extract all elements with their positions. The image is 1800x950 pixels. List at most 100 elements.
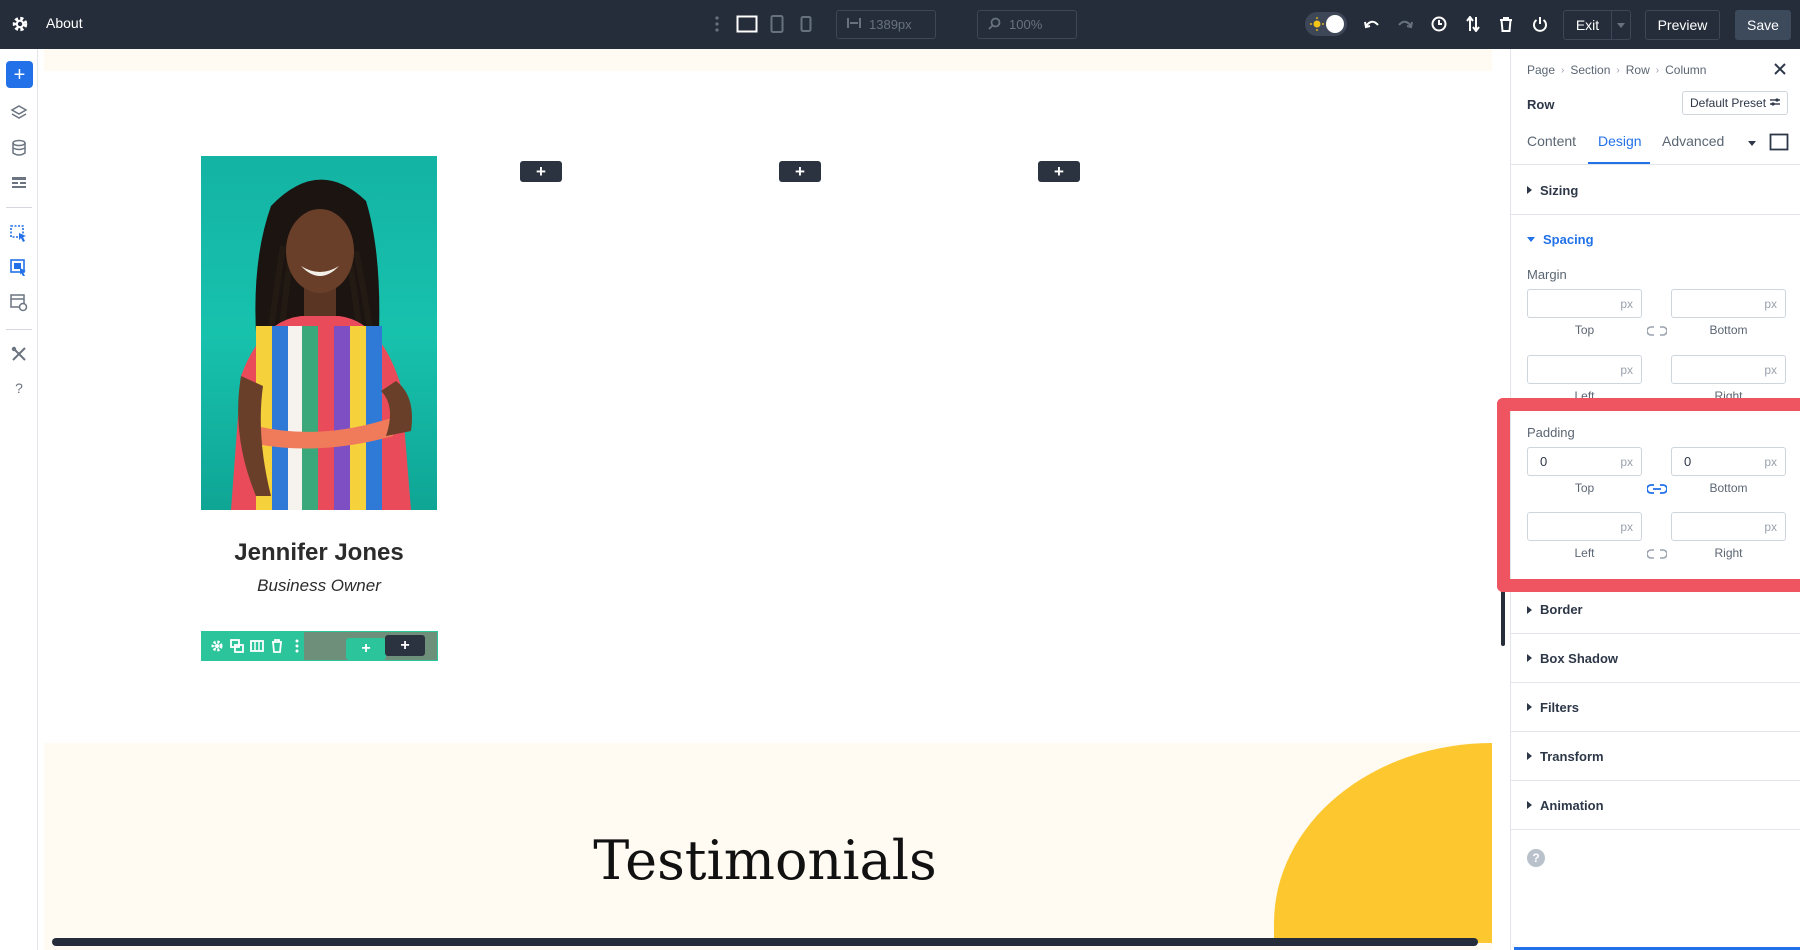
section-sizing[interactable]: Sizing [1511, 166, 1800, 215]
trash-icon[interactable] [1494, 12, 1518, 36]
section-filters[interactable]: Filters [1511, 683, 1800, 732]
undo-icon[interactable] [1360, 12, 1384, 36]
caret-down-icon [1527, 237, 1535, 242]
row-toolbar: + + [201, 631, 438, 661]
exit-label: Exit [1564, 11, 1612, 39]
section-transform[interactable]: Transform [1511, 732, 1800, 781]
add-module-button-row[interactable]: + [385, 635, 425, 656]
row-duplicate-icon[interactable] [230, 639, 244, 653]
layers-icon[interactable] [9, 103, 29, 123]
link-icon[interactable] [1647, 324, 1667, 338]
close-icon[interactable] [1772, 61, 1788, 77]
breadcrumb-section[interactable]: Section [1570, 63, 1610, 77]
add-module-button[interactable]: + [6, 61, 33, 88]
person-role[interactable]: Business Owner [201, 576, 437, 596]
breadcrumb-page[interactable]: Page [1527, 63, 1555, 77]
element-title: Row [1527, 97, 1554, 112]
caret-right-icon [1527, 752, 1532, 760]
row-more-icon[interactable] [290, 639, 304, 653]
exit-button[interactable]: Exit [1563, 10, 1631, 40]
width-field[interactable]: 1389px [836, 10, 936, 39]
search-icon [988, 17, 1001, 33]
multi-select-icon[interactable] [9, 258, 29, 278]
caret-right-icon [1527, 703, 1532, 711]
section-border[interactable]: Border [1511, 585, 1800, 634]
section-spacing[interactable]: Spacing [1511, 215, 1800, 264]
caret-down-icon[interactable] [1612, 11, 1630, 39]
left-sidebar: + ? [0, 49, 38, 950]
page-title: About [46, 15, 83, 31]
section-box-shadow-label: Box Shadow [1540, 651, 1618, 666]
row-delete-icon[interactable] [270, 639, 284, 653]
preset-dropdown[interactable]: Default Preset [1682, 91, 1788, 115]
zoom-field[interactable]: 100% [977, 10, 1077, 39]
history-icon[interactable] [1427, 12, 1451, 36]
profile-photo[interactable] [201, 156, 437, 510]
dots-vertical-icon[interactable] [705, 12, 729, 36]
unit-label: px [1620, 363, 1633, 377]
help-icon[interactable]: ? [9, 378, 29, 398]
previous-section-strip [44, 49, 1492, 71]
unit-label: px [1764, 363, 1777, 377]
active-tab-indicator [1588, 162, 1650, 164]
layout-icon[interactable] [9, 173, 29, 193]
power-icon[interactable] [1528, 12, 1552, 36]
template-icon[interactable] [9, 293, 29, 313]
sidebar-divider [6, 207, 32, 208]
breadcrumb-row[interactable]: Row [1626, 63, 1650, 77]
tablet-icon[interactable] [765, 12, 789, 36]
section-animation[interactable]: Animation [1511, 781, 1800, 830]
canvas-toggle-icon[interactable] [1769, 133, 1789, 151]
select-icon[interactable] [9, 224, 29, 244]
add-row-button[interactable]: + [346, 638, 386, 660]
add-module-button-col3[interactable]: + [779, 161, 821, 182]
section-spacing-label: Spacing [1543, 232, 1594, 247]
zoom-value: 100% [1009, 17, 1042, 32]
redo-icon[interactable] [1393, 12, 1417, 36]
margin-bottom-input[interactable]: px [1671, 289, 1786, 318]
caret-right-icon [1527, 186, 1532, 194]
horizontal-scrollbar[interactable] [52, 938, 1478, 946]
width-value: 1389px [869, 17, 912, 32]
row-settings-icon[interactable] [210, 639, 224, 653]
margin-right-input[interactable]: px [1671, 355, 1786, 384]
unit-label: px [1620, 297, 1633, 311]
section-filters-label: Filters [1540, 700, 1579, 715]
help-icon[interactable]: ? [1527, 849, 1545, 867]
tools-icon[interactable] [9, 344, 29, 364]
preset-settings-icon [1770, 96, 1780, 110]
desktop-icon[interactable] [735, 12, 759, 36]
tab-content[interactable]: Content [1527, 133, 1576, 149]
chevron-right-icon: › [1561, 65, 1564, 76]
page-canvas: + + + Jennifer Jones Business Owner + + … [38, 49, 1492, 950]
caret-right-icon [1527, 606, 1532, 614]
caret-down-icon[interactable] [1747, 135, 1761, 149]
sun-icon [1310, 17, 1324, 31]
margin-label: Margin [1527, 267, 1567, 282]
margin-top-input[interactable]: px [1527, 289, 1642, 318]
database-icon[interactable] [9, 138, 29, 158]
add-module-button-col4[interactable]: + [1038, 161, 1080, 182]
preset-label: Default Preset [1690, 96, 1766, 110]
add-module-button-col2[interactable]: + [520, 161, 562, 182]
gear-icon[interactable] [10, 14, 30, 34]
preview-button[interactable]: Preview [1645, 10, 1720, 40]
margin-left-input[interactable]: px [1527, 355, 1642, 384]
sidebar-divider [6, 329, 32, 330]
testimonials-heading[interactable]: Testimonials [38, 829, 1492, 892]
save-button[interactable]: Save [1735, 10, 1791, 40]
tab-advanced[interactable]: Advanced [1662, 133, 1724, 149]
vertical-scrollbar[interactable] [1501, 590, 1505, 646]
panel-tabs: Content Design Advanced [1511, 119, 1800, 165]
caret-right-icon [1527, 654, 1532, 662]
section-sizing-label: Sizing [1540, 183, 1578, 198]
theme-toggle[interactable] [1305, 12, 1347, 36]
person-name[interactable]: Jennifer Jones [201, 539, 437, 567]
tab-design[interactable]: Design [1598, 133, 1642, 149]
section-box-shadow[interactable]: Box Shadow [1511, 634, 1800, 683]
breadcrumb-column[interactable]: Column [1665, 63, 1706, 77]
caret-right-icon [1527, 801, 1532, 809]
phone-icon[interactable] [794, 12, 818, 36]
sort-icon[interactable] [1461, 12, 1485, 36]
row-columns-icon[interactable] [250, 639, 264, 653]
